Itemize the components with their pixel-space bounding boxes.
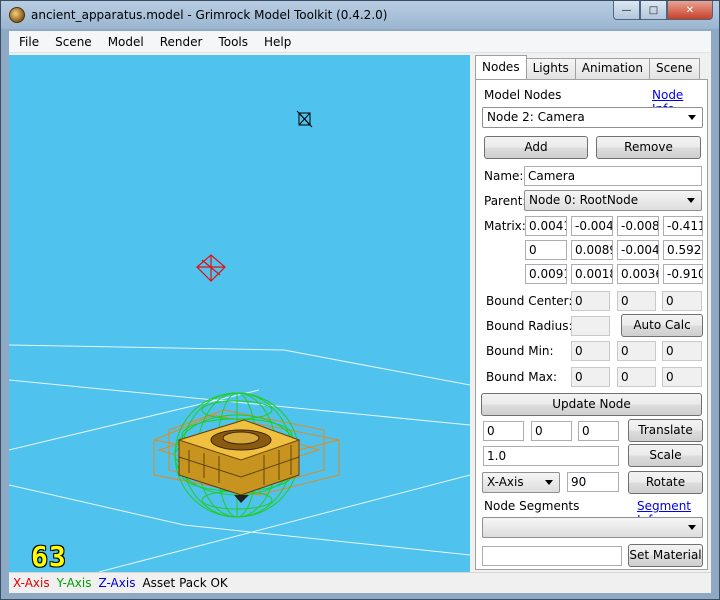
translate-button[interactable]: Translate (628, 419, 703, 442)
translate-x-field[interactable]: 0 (483, 421, 524, 441)
scale-field[interactable]: 1.0 (483, 446, 619, 466)
bound-min-z[interactable]: 0 (662, 341, 702, 361)
parent-label: Parent: (484, 194, 527, 208)
chevron-down-icon (688, 525, 696, 530)
light-gizmo (196, 254, 226, 282)
name-field[interactable]: Camera (524, 166, 702, 186)
status-message: Asset Pack OK (142, 576, 228, 590)
window-title: ancient_apparatus.model - Grimrock Model… (31, 8, 388, 22)
tab-strip: Nodes Lights Animation Scene (475, 55, 700, 79)
client-area: File Scene Model Render Tools Help 63 X-… (9, 31, 711, 593)
rotate-button[interactable]: Rotate (628, 471, 703, 494)
chevron-down-icon (545, 480, 553, 485)
update-node-button[interactable]: Update Node (481, 393, 702, 416)
matrix-cell-0-0[interactable]: 0.00412 (525, 216, 567, 236)
bound-center-x[interactable]: 0 (571, 291, 610, 311)
matrix-cell-1-1[interactable]: 0.00892 (571, 240, 613, 260)
material-field[interactable] (482, 546, 622, 566)
maximize-button[interactable]: □ (640, 1, 667, 20)
bound-radius-field[interactable] (571, 316, 610, 336)
status-bar: X-Axis Y-Axis Z-Axis Asset Pack OK (9, 572, 711, 593)
bound-center-label: Bound Center: (486, 294, 573, 308)
rotate-angle-field[interactable]: 90 (567, 472, 619, 492)
add-node-button[interactable]: Add (484, 136, 588, 159)
app-window: ancient_apparatus.model - Grimrock Model… (0, 0, 720, 600)
z-axis-legend: Z-Axis (98, 576, 136, 590)
properties-panel: Nodes Lights Animation Scene Model Nodes… (473, 55, 711, 572)
tab-lights[interactable]: Lights (525, 58, 576, 79)
parent-select[interactable]: Node 0: RootNode (524, 190, 702, 211)
segment-select[interactable] (482, 517, 703, 538)
x-axis-legend: X-Axis (13, 576, 50, 590)
menu-file[interactable]: File (11, 31, 47, 53)
minimize-button[interactable]: — (613, 1, 640, 20)
matrix-cell-2-3[interactable]: -0.9101 (663, 264, 703, 284)
auto-calc-button[interactable]: Auto Calc (621, 314, 703, 337)
matrix-cell-2-0[interactable]: 0.0091 (525, 264, 567, 284)
parent-select-value: Node 0: RootNode (529, 193, 639, 207)
menu-bar: File Scene Model Render Tools Help (9, 31, 711, 53)
scale-button[interactable]: Scale (628, 444, 703, 467)
fps-counter: 63 (31, 540, 67, 572)
chevron-down-icon (688, 115, 696, 120)
tab-nodes[interactable]: Nodes (475, 55, 527, 79)
matrix-cell-1-0[interactable]: 0 (525, 240, 567, 260)
apparatus-model (177, 419, 301, 503)
bound-center-y[interactable]: 0 (617, 291, 656, 311)
model-nodes-label: Model Nodes (484, 88, 562, 102)
rotate-axis-value: X-Axis (487, 475, 524, 489)
tab-scene[interactable]: Scene (648, 58, 700, 79)
close-button[interactable]: ✕ (667, 1, 713, 20)
matrix-cell-1-3[interactable]: 0.5920 (663, 240, 703, 260)
tab-animation[interactable]: Animation (574, 58, 650, 79)
node-select-value: Node 2: Camera (487, 110, 585, 124)
matrix-cell-0-2[interactable]: -0.0081 (617, 216, 659, 236)
matrix-cell-2-1[interactable]: 0.00185 (571, 264, 613, 284)
set-material-button[interactable]: Set Material (628, 544, 703, 567)
matrix-cell-0-1[interactable]: -0.0041 (571, 216, 613, 236)
node-segments-label: Node Segments (484, 499, 580, 513)
translate-y-field[interactable]: 0 (531, 421, 572, 441)
rotate-axis-select[interactable]: X-Axis (482, 472, 560, 493)
menu-scene[interactable]: Scene (47, 31, 100, 53)
bound-max-y[interactable]: 0 (617, 367, 656, 387)
menu-tools[interactable]: Tools (210, 31, 256, 53)
name-label: Name: (484, 169, 524, 183)
matrix-label: Matrix: (484, 219, 526, 233)
matrix-cell-0-3[interactable]: -0.4119 (663, 216, 703, 236)
y-axis-legend: Y-Axis (56, 576, 92, 590)
menu-render[interactable]: Render (152, 31, 211, 53)
chevron-down-icon (687, 198, 695, 203)
matrix-cell-1-2[interactable]: -0.0045 (617, 240, 659, 260)
nodes-tab-page: Model Nodes Node Info Node 2: Camera Add… (475, 79, 708, 570)
bound-max-z[interactable]: 0 (662, 367, 702, 387)
bound-min-y[interactable]: 0 (617, 341, 656, 361)
bound-max-x[interactable]: 0 (571, 367, 610, 387)
scene-render (9, 110, 470, 572)
app-icon (9, 7, 25, 23)
matrix-cell-2-2[interactable]: 0.00368 (617, 264, 659, 284)
title-bar[interactable]: ancient_apparatus.model - Grimrock Model… (1, 1, 719, 29)
node-select[interactable]: Node 2: Camera (482, 107, 703, 128)
menu-model[interactable]: Model (100, 31, 152, 53)
remove-node-button[interactable]: Remove (596, 136, 701, 159)
bound-min-x[interactable]: 0 (571, 341, 610, 361)
translate-z-field[interactable]: 0 (578, 421, 619, 441)
3d-viewport[interactable]: 63 (9, 55, 470, 572)
camera-gizmo (296, 110, 313, 128)
bound-min-label: Bound Min: (486, 344, 554, 358)
bound-center-z[interactable]: 0 (662, 291, 702, 311)
menu-help[interactable]: Help (256, 31, 299, 53)
bound-radius-label: Bound Radius: (486, 319, 573, 333)
bound-max-label: Bound Max: (486, 370, 558, 384)
